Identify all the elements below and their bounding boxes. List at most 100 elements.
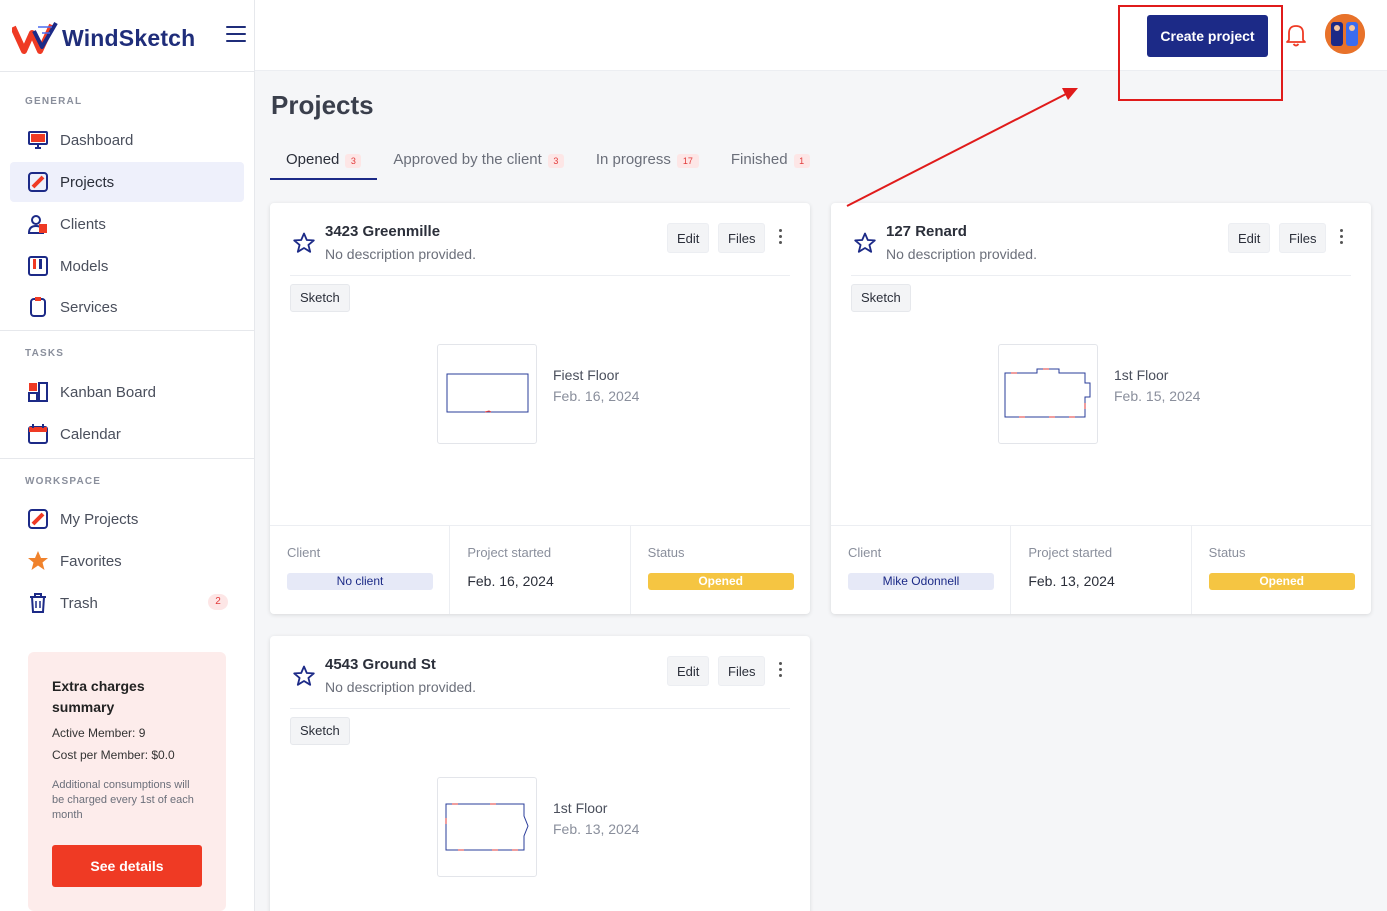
divider [851, 275, 1351, 276]
active-members-text: Active Member: 9 [52, 726, 146, 740]
models-icon [28, 256, 48, 276]
sidebar-item-dashboard[interactable]: Dashboard [10, 120, 244, 160]
dashboard-icon [28, 131, 48, 149]
windsketch-logo-icon [12, 21, 58, 54]
favorite-star-icon[interactable] [292, 664, 316, 688]
project-description: No description provided. [325, 246, 476, 262]
notification-bell-icon[interactable] [1284, 22, 1308, 48]
create-project-button[interactable]: Create project [1147, 15, 1268, 57]
sidebar-item-favorites[interactable]: Favorites [10, 541, 244, 581]
favorite-star-icon[interactable] [853, 231, 877, 255]
tab-label: Opened [286, 151, 340, 168]
started-label: Project started [467, 545, 552, 560]
topbar: Create project [255, 0, 1387, 71]
floor-plan-icon [1004, 368, 1091, 418]
extra-charges-panel: Extra charges summary Active Member: 9 C… [28, 652, 226, 911]
tab-finished[interactable]: Finished 1 [715, 145, 826, 180]
sidebar-item-label: Trash [60, 594, 98, 612]
client-pill[interactable]: No client [287, 573, 433, 590]
project-name[interactable]: 4543 Ground St [325, 656, 436, 673]
floor-date: Feb. 16, 2024 [553, 388, 640, 404]
started-column: Project started Feb. 13, 2024 [1011, 526, 1192, 614]
tab-in-progress[interactable]: In progress 17 [580, 145, 715, 180]
project-name[interactable]: 127 Renard [886, 223, 967, 240]
sidebar-item-clients[interactable]: Clients [10, 204, 244, 244]
sidebar-item-my-projects[interactable]: My Projects [10, 499, 244, 539]
card-footer: Client No client Project started Feb. 16… [270, 525, 810, 614]
edit-button[interactable]: Edit [667, 656, 710, 686]
floor-name: Fiest Floor [553, 367, 620, 383]
more-options-icon[interactable] [773, 660, 787, 682]
favorites-icon [28, 551, 48, 570]
status-label: Status [647, 545, 685, 560]
status-column: Status Opened [1192, 526, 1371, 614]
sidebar-item-label: Kanban Board [60, 383, 156, 401]
sidebar-item-label: Calendar [60, 425, 121, 443]
sidebar-item-label: My Projects [60, 510, 139, 528]
sidebar-item-label: Models [60, 257, 109, 275]
sidebar-item-label: Projects [60, 173, 115, 191]
sidebar-item-calendar[interactable]: Calendar [10, 414, 244, 454]
edit-button[interactable]: Edit [1228, 223, 1271, 253]
client-label: Client [848, 545, 882, 560]
project-name[interactable]: 3423 Greenmille [325, 223, 440, 240]
divider [0, 458, 254, 459]
sidebar-item-projects[interactable]: Projects [10, 162, 244, 202]
sidebar-item-label: Dashboard [60, 131, 134, 149]
floor-name: 1st Floor [1114, 367, 1169, 383]
tab-approved[interactable]: Approved by the client 3 [377, 145, 579, 180]
floor-plan-thumbnail[interactable] [998, 344, 1098, 444]
files-button[interactable]: Files [718, 656, 766, 686]
more-options-icon[interactable] [773, 227, 787, 249]
charges-note: Additional consumptions will be charged … [52, 779, 194, 821]
floor-plan-icon [445, 803, 529, 851]
tab-count-badge: 1 [793, 154, 810, 168]
started-column: Project started Feb. 16, 2024 [450, 526, 631, 614]
projects-icon [28, 172, 48, 192]
page-title: Projects [271, 90, 374, 120]
sidebar: WindSketch GENERAL Dashboard Projects Cl… [0, 0, 255, 911]
client-label: Client [287, 545, 321, 560]
floor-plan-thumbnail[interactable] [437, 777, 537, 877]
tab-label: Approved by the client [393, 151, 542, 168]
started-date: Feb. 13, 2024 [1028, 573, 1115, 589]
divider [290, 275, 790, 276]
client-pill[interactable]: Mike Odonnell [848, 573, 994, 590]
my-projects-icon [28, 509, 48, 529]
client-column: Client Mike Odonnell [831, 526, 1012, 614]
services-icon [30, 297, 46, 317]
menu-toggle-icon[interactable] [226, 26, 246, 42]
floor-plan-thumbnail[interactable] [437, 344, 537, 444]
edit-button[interactable]: Edit [667, 223, 710, 253]
user-avatar[interactable] [1325, 14, 1365, 54]
status-column: Status Opened [631, 526, 810, 614]
calendar-icon [28, 424, 48, 444]
tab-count-badge: 3 [345, 154, 362, 168]
cost-per-member-text: Cost per Member: $0.0 [52, 748, 175, 762]
tab-label: Finished [730, 151, 788, 168]
tab-opened[interactable]: Opened 3 [270, 145, 378, 180]
tab-label: In progress [595, 151, 671, 168]
tab-count-badge: 3 [547, 154, 564, 168]
sidebar-item-models[interactable]: Models [10, 246, 244, 286]
sidebar-item-trash[interactable]: Trash 2 [10, 583, 244, 623]
floor-name: 1st Floor [553, 800, 608, 816]
started-date: Feb. 16, 2024 [467, 573, 554, 589]
sidebar-item-kanban[interactable]: Kanban Board [10, 372, 244, 412]
sidebar-item-label: Services [60, 298, 118, 316]
more-options-icon[interactable] [1334, 227, 1348, 249]
divider [0, 330, 254, 331]
files-button[interactable]: Files [1279, 223, 1327, 253]
card-header: 3423 Greenmille No description provided.… [270, 203, 810, 275]
see-details-button[interactable]: See details [52, 845, 202, 887]
files-button[interactable]: Files [718, 223, 766, 253]
status-badge: Opened [1208, 573, 1355, 590]
card-header: 127 Renard No description provided. Edit… [831, 203, 1371, 275]
started-label: Project started [1028, 545, 1113, 560]
sidebar-item-services[interactable]: Services [10, 287, 244, 327]
section-title-workspace: WORKSPACE [25, 476, 102, 487]
trash-count-badge: 2 [208, 594, 228, 610]
favorite-star-icon[interactable] [292, 231, 316, 255]
brand[interactable]: WindSketch [12, 18, 195, 58]
project-card: 3423 Greenmille No description provided.… [270, 203, 810, 614]
